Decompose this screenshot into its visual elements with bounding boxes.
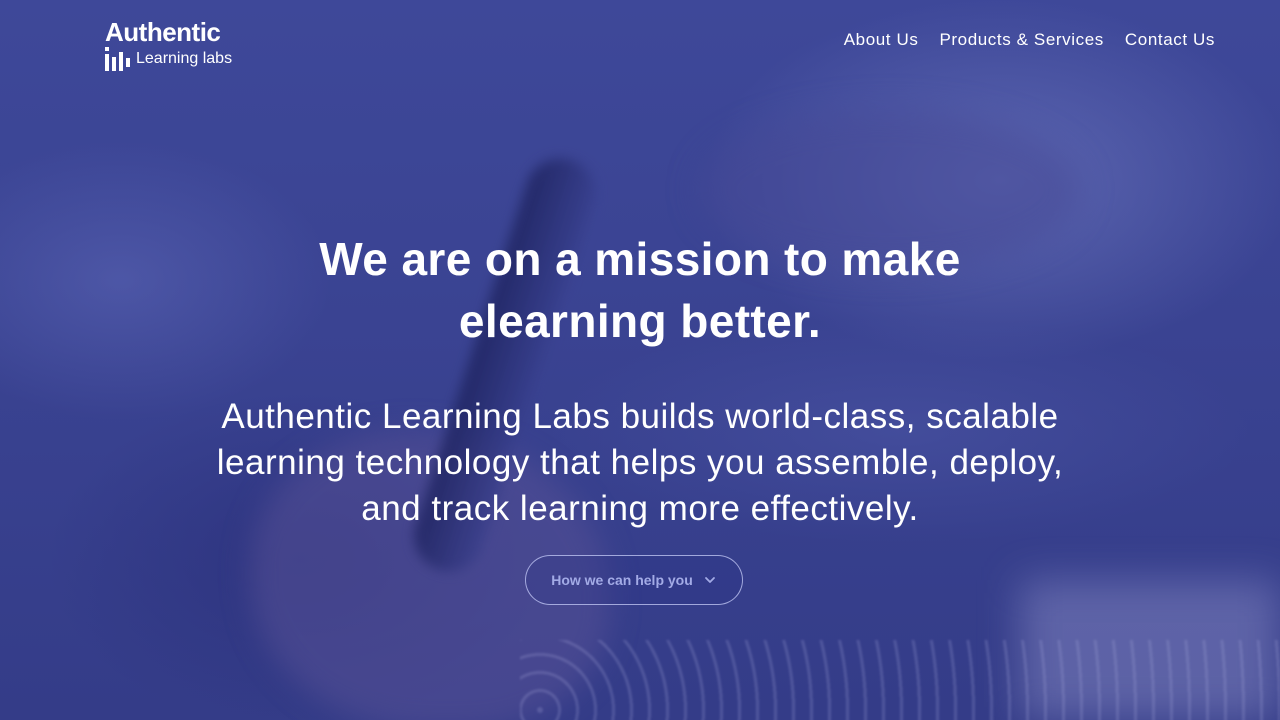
headline-line-2: elearning better. — [458, 295, 822, 347]
logo-subtitle: Learning labs — [136, 50, 233, 67]
hero-section: Authentic Learning labs About Us Product… — [0, 0, 1280, 720]
logo-bars-icon — [105, 47, 133, 71]
site-header: Authentic Learning labs About Us Product… — [0, 0, 1280, 80]
subhead-line-2: learning technology that helps you assem… — [216, 443, 1064, 482]
background-light-blur — [1020, 580, 1280, 720]
subhead-line-3: and track learning more effectively. — [361, 489, 919, 528]
nav-about-us[interactable]: About Us — [844, 30, 919, 50]
chevron-down-icon — [704, 577, 715, 583]
how-we-can-help-button[interactable]: How we can help you — [525, 555, 743, 605]
hero-content: We are on a mission to make elearning be… — [0, 228, 1280, 532]
hero-subheading: Authentic Learning Labs builds world-cla… — [160, 394, 1120, 532]
site-logo[interactable]: Authentic Learning labs — [105, 18, 245, 74]
hero-headline: We are on a mission to make elearning be… — [260, 228, 1020, 352]
main-nav: About Us Products & Services Contact Us — [844, 30, 1215, 50]
cta-label: How we can help you — [551, 572, 693, 588]
nav-products-services[interactable]: Products & Services — [939, 30, 1103, 50]
logo-title: Authentic — [105, 17, 221, 47]
nav-contact-us[interactable]: Contact Us — [1125, 30, 1215, 50]
subhead-line-1: Authentic Learning Labs builds world-cla… — [221, 397, 1059, 436]
headline-line-1: We are on a mission to make — [319, 233, 961, 285]
